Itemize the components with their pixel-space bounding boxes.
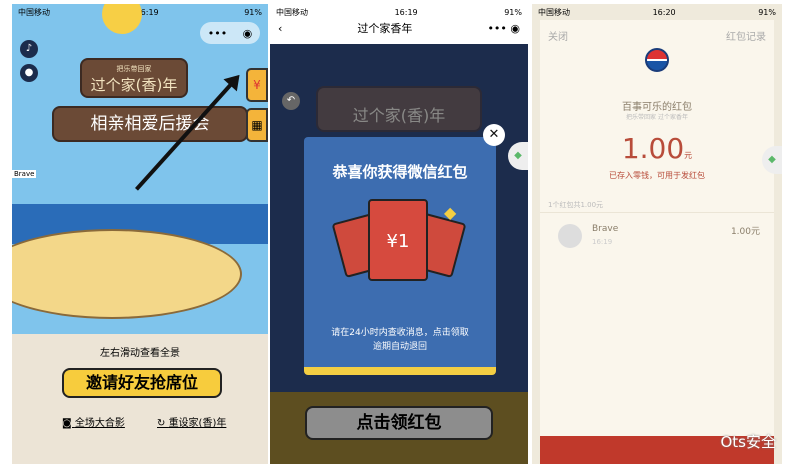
red-packet-modal: 恭喜你获得微信红包 ¥1 ◆ 请在24小时内查收消息，点击领取 逾期自动退回 [304,137,496,375]
red-envelope-amount: ¥1 [368,199,428,281]
reset-label: 重设家(香)年 [168,418,227,429]
carrier: 中国移动 [276,7,308,17]
back-icon[interactable]: ‹ [278,22,282,35]
amount: 1.00元 [540,132,774,165]
close-modal-icon[interactable]: ✕ [483,124,505,146]
top-bar: 中国移动 16:19 91% ‹ 过个家香年 ••• ◉ [270,4,528,44]
music-icon[interactable]: ♪ [20,40,38,58]
recipient-name: Brave [592,224,619,234]
red-packet-icon[interactable]: ¥ [246,68,268,102]
more-icon[interactable]: ••• [208,27,227,40]
sender-name: 百事可乐的红包 [622,102,692,113]
red-packet-card: 关闭 红包记录 百事可乐的红包 把乐带回家 过个家香年 1.00元 已存入零钱，… [540,20,774,464]
miniprogram-capsule[interactable]: ••• ◉ [200,22,260,44]
phone-screen-red-packet-detail: 中国移动 16:20 91% 关闭 红包记录 百事可乐的红包 把乐带回家 过个家香年… [532,4,782,464]
records-link[interactable]: 红包记录 [726,28,766,43]
swipe-hint: 左右滑动查看全景 [100,348,180,359]
stored-note[interactable]: 已存入零钱，可用于发红包 [540,170,774,181]
brand-text: 把乐带回家 [116,65,152,73]
dimmed-title-sign: 过个家(香)年 [316,86,482,132]
battery: 91% [758,7,776,17]
status-bar: 中国移动 16:19 91% [270,4,528,20]
time: 16:19 [394,7,418,17]
user-icon[interactable]: ● [20,64,38,82]
time: 16:20 [652,7,676,17]
amount-unit: 元 [684,151,693,160]
pepsi-logo-icon [645,48,669,72]
title-sign: 把乐带回家过个家(香)年 [80,58,188,98]
recipient-amount: 1.00元 [730,227,760,237]
avatar [558,224,582,248]
camera-icon: ◙ [62,418,75,429]
amount-value: 1.00 [621,132,685,165]
recipient-time: 16:19 [592,238,613,246]
sign-title: 过个家(香)年 [90,76,178,94]
claim-red-packet-button[interactable]: 点击领红包 [305,406,493,440]
sparkle-icon: ◆ [444,203,457,222]
summary: 1个红包共1.00元 [548,201,604,209]
name-tag: Brave [12,170,37,178]
refresh-icon: ↻ [157,418,169,429]
divider [540,212,774,213]
group-photo-label: 全场大合影 [74,418,125,429]
phone-screen-reward: 中国移动 16:19 91% ‹ 过个家香年 ••• ◉ 过个家(香)年 ↶ 恭喜你获得… [270,4,528,464]
notice-line2: 逾期自动退回 [372,342,427,352]
sender-subtitle: 把乐带回家 过个家香年 [626,114,688,121]
back-round-icon[interactable]: ↶ [282,92,300,110]
banner-sign: 相亲相爱后援会 [52,106,248,142]
group-photo-link[interactable]: ◙ 全场大合影 [62,414,125,429]
close-target-icon[interactable]: ◉ [243,27,253,40]
carrier: 中国移动 [538,7,570,17]
sun-icon [102,4,142,34]
shop-icon[interactable]: ▦ [246,108,268,142]
status-bar: 中国移动 16:20 91% [532,4,782,20]
carrier: 中国移动 [18,7,50,17]
nav-title: 过个家香年 [357,22,413,35]
modal-title: 恭喜你获得微信红包 [332,163,468,181]
close-link[interactable]: 关闭 [548,28,568,43]
invite-friends-button[interactable]: 邀请好友抢席位 [62,368,222,398]
float-pill-icon[interactable]: ◆ [762,146,782,174]
reset-link[interactable]: ↻ 重设家(香)年 [157,414,226,429]
notice-line1: 请在24小时内查收消息，点击领取 [331,328,469,338]
watermark: Ots安全 [720,433,776,451]
battery: 91% [504,7,522,17]
capsule-icons[interactable]: ••• ◉ [487,22,520,35]
float-pill-icon[interactable]: ◆ [508,142,528,170]
battery: 91% [244,7,262,17]
round-table [12,229,242,319]
